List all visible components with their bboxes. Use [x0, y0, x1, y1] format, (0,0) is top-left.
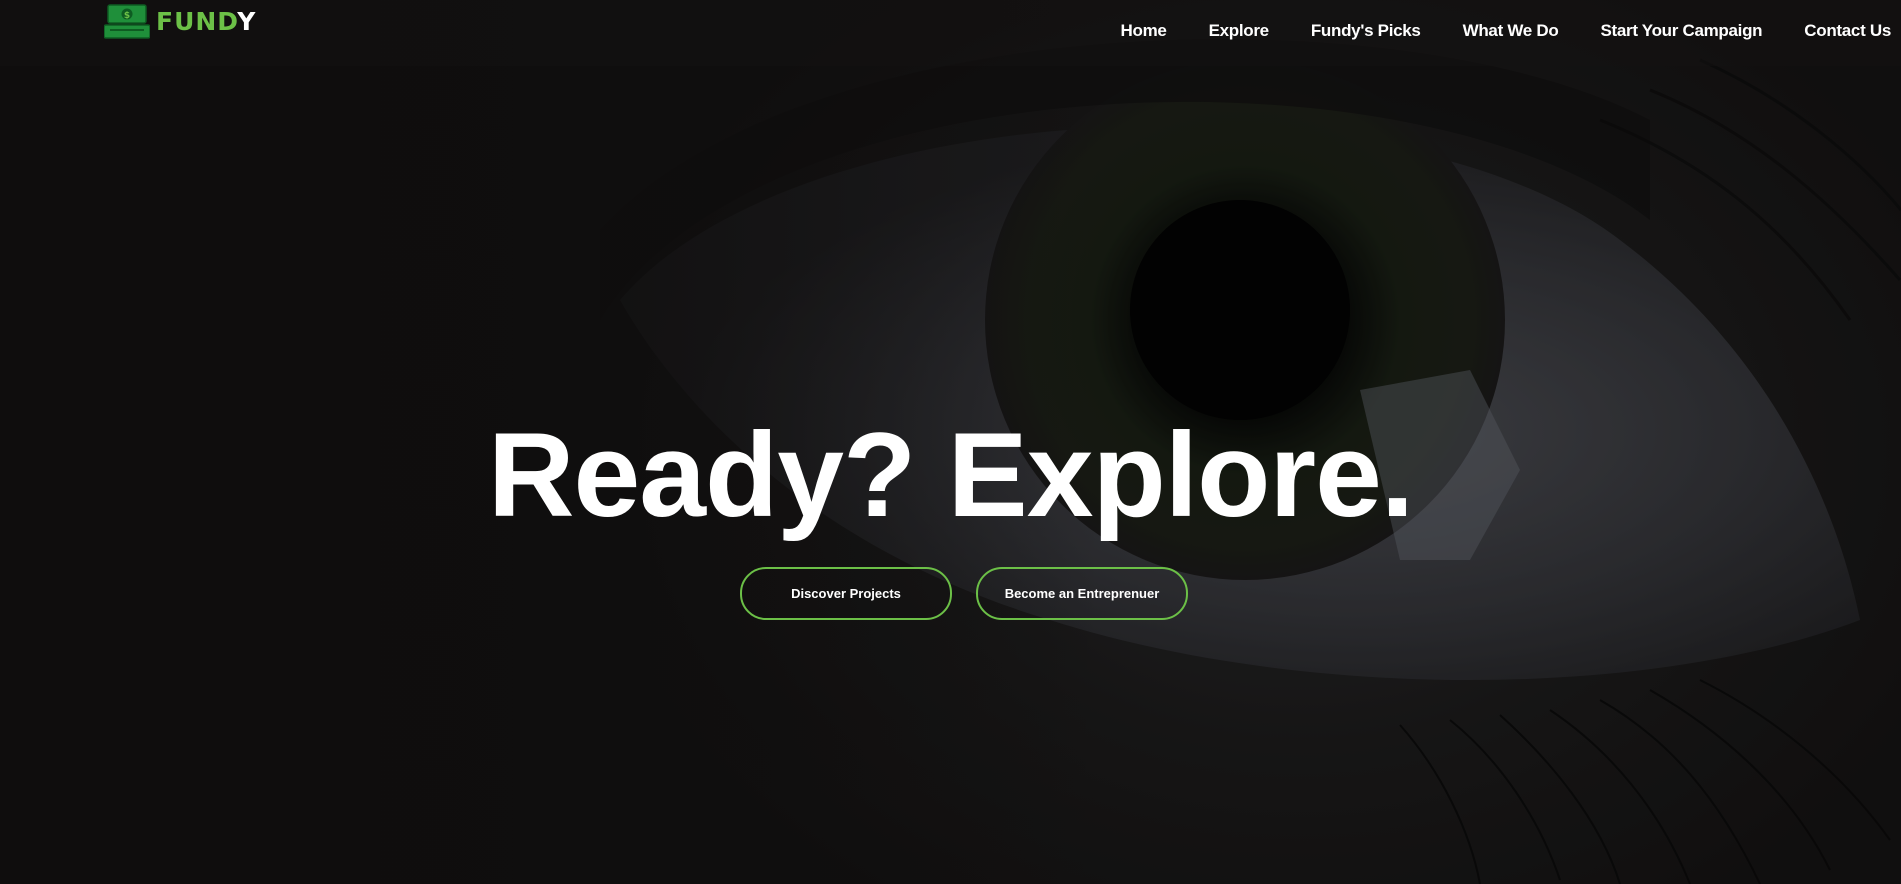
- brand-name: FUNDY: [156, 7, 256, 36]
- brand-name-main: FUND: [156, 6, 238, 36]
- brand-name-last: Y: [237, 6, 257, 36]
- nav-item-start-your-campaign[interactable]: Start Your Campaign: [1579, 20, 1783, 42]
- nav-item-what-we-do[interactable]: What We Do: [1442, 20, 1580, 42]
- hero-cta-group: Discover Projects Become an Entreprenuer: [740, 567, 1188, 620]
- nav-item-home[interactable]: Home: [1100, 20, 1188, 42]
- brand-logo[interactable]: $ FUNDY: [104, 3, 256, 39]
- nav-item-explore[interactable]: Explore: [1188, 20, 1290, 42]
- nav-item-fundys-picks[interactable]: Fundy's Picks: [1290, 20, 1442, 42]
- cash-register-icon: $: [104, 4, 150, 39]
- svg-text:$: $: [124, 11, 130, 21]
- hero-title: Ready? Explore.: [487, 408, 1414, 542]
- discover-projects-button[interactable]: Discover Projects: [740, 567, 952, 620]
- become-entrepreneur-button[interactable]: Become an Entreprenuer: [976, 567, 1188, 620]
- main-nav: Home Explore Fundy's Picks What We Do St…: [1100, 20, 1900, 42]
- nav-item-contact-us[interactable]: Contact Us: [1783, 20, 1900, 42]
